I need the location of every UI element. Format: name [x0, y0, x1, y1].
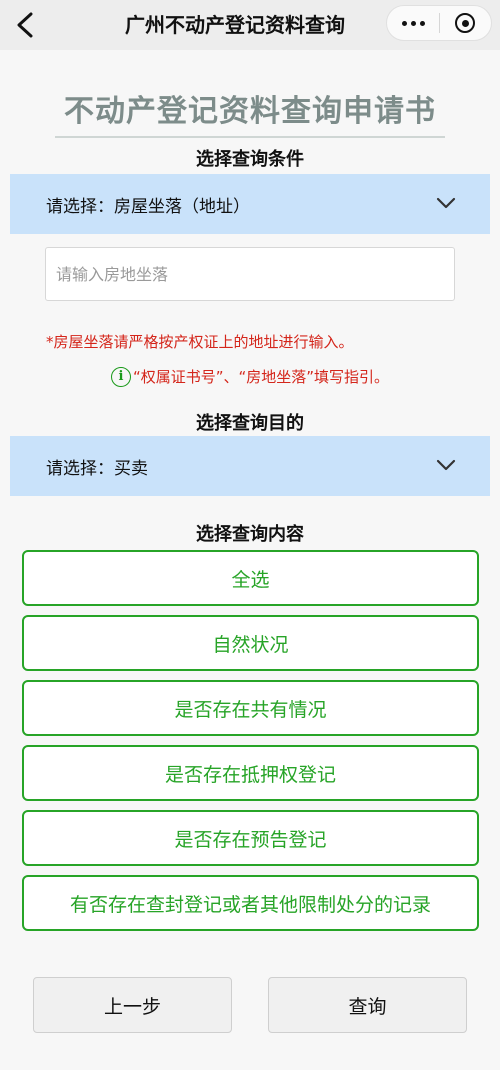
address-warning: *房屋坐落请严格按产权证上的地址进行输入。: [46, 333, 354, 351]
option-natural-status-button[interactable]: 自然状况: [22, 615, 479, 671]
prev-step-button[interactable]: 上一步: [33, 977, 232, 1033]
top-nav-bar: 广州不动产登记资料查询: [0, 0, 500, 50]
more-button[interactable]: [387, 6, 439, 40]
more-dots-icon: [401, 20, 425, 26]
condition-select[interactable]: 请选择：房屋坐落（地址）: [10, 174, 490, 234]
condition-select-value: 请选择：房屋坐落（地址）: [46, 196, 250, 217]
purpose-heading: 选择查询目的: [196, 413, 304, 434]
info-icon: i: [110, 366, 131, 387]
fill-guide-text: “权属证书号”、“房地坐落”填写指引。: [132, 368, 390, 386]
purpose-select[interactable]: 请选择：买卖: [10, 436, 490, 496]
address-input[interactable]: [45, 247, 455, 301]
option-mortgage-button[interactable]: 是否存在抵押权登记: [22, 745, 479, 801]
chevron-down-icon: [436, 459, 456, 471]
target-icon: [455, 13, 476, 33]
option-seizure-restriction-button[interactable]: 有否存在查封登记或者其他限制处分的记录: [22, 875, 479, 931]
chevron-down-icon: [436, 197, 456, 209]
form-title: 不动产登记资料查询申请书: [55, 86, 445, 138]
option-co-ownership-button[interactable]: 是否存在共有情况: [22, 680, 479, 736]
condition-heading: 选择查询条件: [196, 149, 304, 170]
mini-program-capsule: [386, 5, 492, 41]
close-miniprogram-button[interactable]: [440, 6, 491, 40]
form-page: 不动产登记资料查询申请书 选择查询条件 请选择：房屋坐落（地址） *房屋坐落请严…: [0, 50, 500, 1070]
query-button[interactable]: 查询: [268, 977, 467, 1033]
option-advance-notice-button[interactable]: 是否存在预告登记: [22, 810, 479, 866]
purpose-select-value: 请选择：买卖: [46, 458, 148, 479]
fill-guide-link[interactable]: i “权属证书号”、“房地坐落”填写指引。: [0, 366, 500, 387]
content-heading: 选择查询内容: [196, 524, 304, 545]
option-select-all-button[interactable]: 全选: [22, 550, 479, 606]
